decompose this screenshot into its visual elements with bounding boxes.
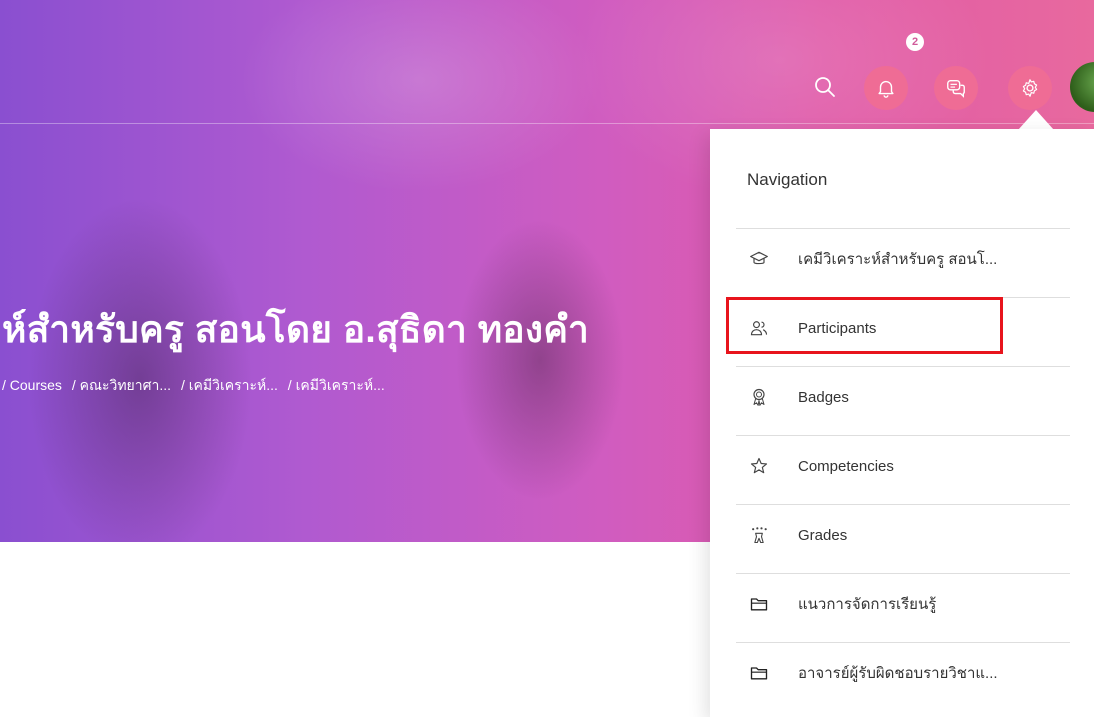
breadcrumb: / Courses / คณะวิทยาศา... / เคมีวิเคราะห…	[2, 375, 391, 397]
chat-icon	[947, 79, 965, 98]
breadcrumb-faculty[interactable]: / คณะวิทยาศา...	[72, 377, 171, 393]
folder-icon	[748, 662, 770, 684]
nav-item-grades[interactable]: Grades	[736, 504, 1070, 565]
settings-button[interactable]	[1008, 66, 1052, 110]
nav-item-learning-plan[interactable]: แนวการจัดการเรียนรู้	[736, 573, 1070, 634]
badge-icon	[748, 386, 770, 408]
participants-highlight-box	[726, 297, 1003, 354]
nav-item-label: Competencies	[798, 457, 894, 475]
bell-icon	[878, 80, 894, 98]
nav-item-label: แนวการจัดการเรียนรู้	[798, 596, 937, 613]
nav-item-label: Badges	[798, 388, 849, 406]
nav-item-instructors[interactable]: อาจารย์ผู้รับผิดชอบรายวิชาแ...	[736, 642, 1070, 703]
gear-icon	[1022, 79, 1038, 97]
nav-item-label: Grades	[798, 526, 848, 544]
dropdown-caret	[1018, 110, 1054, 130]
star-icon	[748, 455, 770, 477]
nav-item-label: อาจารย์ผู้รับผิดชอบรายวิชาแ...	[798, 665, 998, 682]
breadcrumb-course[interactable]: / เคมีวิเคราะห์...	[288, 377, 385, 393]
nav-item-label: เคมีวิเคราะห์สำหรับครู สอนโ...	[798, 251, 998, 268]
folder-icon	[748, 593, 770, 615]
nav-item-competencies[interactable]: Competencies	[736, 435, 1070, 496]
notification-count-badge: 2	[906, 33, 924, 51]
header-divider	[0, 123, 1094, 124]
graduation-cap-icon	[748, 248, 770, 270]
nav-item-badges[interactable]: Badges	[736, 366, 1070, 427]
notifications-button[interactable]	[864, 66, 908, 110]
search-icon	[815, 77, 835, 97]
breadcrumb-category[interactable]: / เคมีวิเคราะห์...	[181, 377, 278, 393]
messages-button[interactable]	[934, 66, 978, 110]
page-title: ห์สำหรับครู สอนโดย อ.สุธิดา ทองคำ	[2, 309, 590, 350]
grades-icon	[748, 524, 770, 546]
navigation-header: Navigation	[747, 170, 828, 189]
breadcrumb-courses[interactable]: / Courses	[2, 377, 62, 393]
search-button[interactable]	[805, 67, 845, 107]
nav-item-course[interactable]: เคมีวิเคราะห์สำหรับครู สอนโ...	[736, 228, 1070, 289]
